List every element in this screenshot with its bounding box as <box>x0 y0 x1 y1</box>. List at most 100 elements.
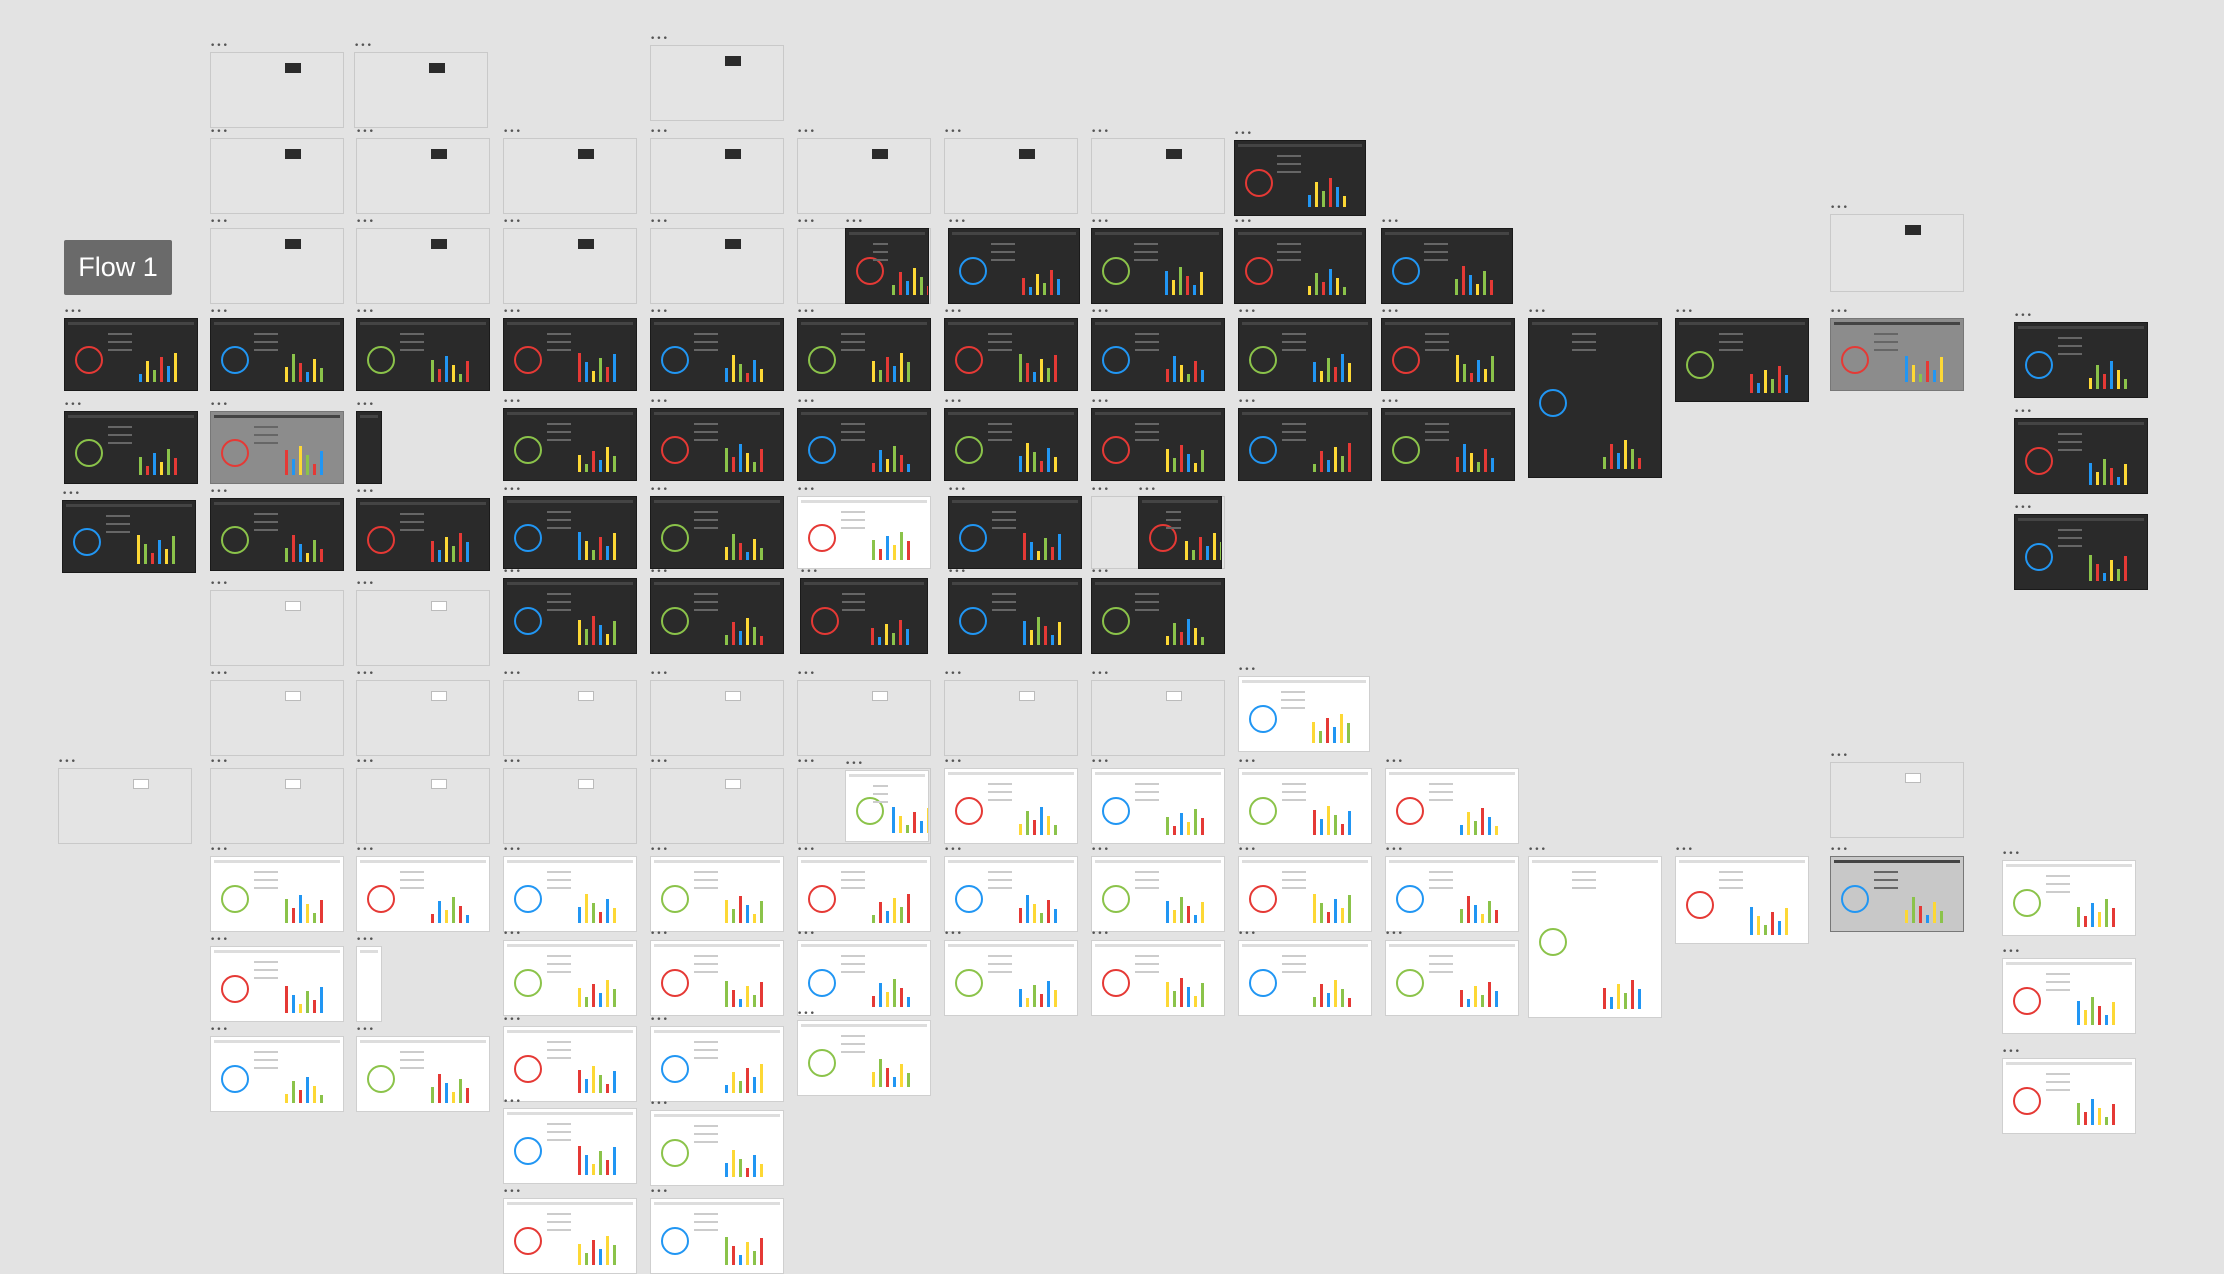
more-horizontal-icon[interactable]: ••• <box>1381 398 1400 407</box>
artboard-thumbnail[interactable] <box>1238 856 1372 932</box>
artboard-thumbnail[interactable] <box>1234 228 1366 304</box>
artboard-thumbnail[interactable] <box>1385 768 1519 844</box>
artboard-thumbnail[interactable] <box>650 496 784 569</box>
artboard-thumbnail[interactable] <box>1138 496 1222 569</box>
more-horizontal-icon[interactable]: ••• <box>650 398 669 407</box>
more-horizontal-icon[interactable]: ••• <box>356 128 375 137</box>
more-horizontal-icon[interactable]: ••• <box>944 128 963 137</box>
artboard-thumbnail[interactable] <box>650 318 784 391</box>
more-horizontal-icon[interactable]: ••• <box>650 1100 669 1109</box>
artboard-thumbnail[interactable] <box>650 940 784 1016</box>
more-horizontal-icon[interactable]: ••• <box>210 1026 229 1035</box>
artboard-thumbnail[interactable] <box>503 578 637 654</box>
artboard-thumbnail[interactable] <box>210 228 344 304</box>
artboard-thumbnail[interactable] <box>944 768 1078 844</box>
more-horizontal-icon[interactable]: ••• <box>650 930 669 939</box>
more-horizontal-icon[interactable]: ••• <box>944 846 963 855</box>
more-horizontal-icon[interactable]: ••• <box>503 1016 522 1025</box>
artboard-thumbnail[interactable] <box>2014 514 2148 590</box>
artboard-thumbnail[interactable] <box>2002 860 2136 936</box>
more-horizontal-icon[interactable]: ••• <box>210 936 229 945</box>
artboard-thumbnail[interactable] <box>356 856 490 932</box>
artboard-thumbnail[interactable] <box>1234 140 1366 216</box>
more-horizontal-icon[interactable]: ••• <box>650 568 669 577</box>
more-horizontal-icon[interactable]: ••• <box>1091 568 1110 577</box>
more-horizontal-icon[interactable]: ••• <box>650 846 669 855</box>
artboard-thumbnail[interactable] <box>503 408 637 481</box>
artboard-thumbnail[interactable] <box>2002 1058 2136 1134</box>
artboard-thumbnail[interactable] <box>1675 318 1809 402</box>
more-horizontal-icon[interactable]: ••• <box>1091 758 1110 767</box>
artboard-thumbnail[interactable] <box>1091 768 1225 844</box>
artboard-thumbnail[interactable] <box>944 856 1078 932</box>
more-horizontal-icon[interactable]: ••• <box>1528 846 1547 855</box>
more-horizontal-icon[interactable]: ••• <box>1381 308 1400 317</box>
more-horizontal-icon[interactable]: ••• <box>356 488 375 497</box>
artboard-thumbnail[interactable] <box>210 52 344 128</box>
more-horizontal-icon[interactable]: ••• <box>210 401 229 410</box>
more-horizontal-icon[interactable]: ••• <box>210 846 229 855</box>
artboard-thumbnail[interactable] <box>210 1036 344 1112</box>
artboard-thumbnail[interactable] <box>800 578 928 654</box>
more-horizontal-icon[interactable]: ••• <box>1091 218 1110 227</box>
artboard-thumbnail[interactable] <box>948 496 1082 569</box>
more-horizontal-icon[interactable]: ••• <box>650 128 669 137</box>
more-horizontal-icon[interactable]: ••• <box>800 568 819 577</box>
artboard-thumbnail[interactable] <box>503 1108 637 1184</box>
more-horizontal-icon[interactable]: ••• <box>503 128 522 137</box>
more-horizontal-icon[interactable]: ••• <box>356 308 375 317</box>
artboard-thumbnail[interactable] <box>210 680 344 756</box>
more-horizontal-icon[interactable]: ••• <box>1234 130 1253 139</box>
artboard-thumbnail[interactable] <box>1385 940 1519 1016</box>
artboard-thumbnail[interactable] <box>944 318 1078 391</box>
more-horizontal-icon[interactable]: ••• <box>210 488 229 497</box>
artboard-thumbnail[interactable] <box>503 768 637 844</box>
artboard-thumbnail[interactable] <box>356 228 490 304</box>
more-horizontal-icon[interactable]: ••• <box>210 308 229 317</box>
artboard-thumbnail[interactable] <box>944 138 1078 214</box>
artboard-thumbnail[interactable] <box>210 411 344 484</box>
artboard-thumbnail[interactable] <box>1385 856 1519 932</box>
artboard-thumbnail[interactable] <box>797 408 931 481</box>
artboard-thumbnail[interactable] <box>650 228 784 304</box>
more-horizontal-icon[interactable]: ••• <box>944 930 963 939</box>
more-horizontal-icon[interactable]: ••• <box>2002 1048 2021 1057</box>
more-horizontal-icon[interactable]: ••• <box>1830 204 1849 213</box>
more-horizontal-icon[interactable]: ••• <box>797 846 816 855</box>
artboard-thumbnail[interactable] <box>944 408 1078 481</box>
more-horizontal-icon[interactable]: ••• <box>1238 758 1257 767</box>
more-horizontal-icon[interactable]: ••• <box>797 930 816 939</box>
more-horizontal-icon[interactable]: ••• <box>797 398 816 407</box>
artboard-thumbnail[interactable] <box>1830 856 1964 932</box>
more-horizontal-icon[interactable]: ••• <box>503 758 522 767</box>
artboard-thumbnail[interactable] <box>1091 940 1225 1016</box>
artboard-thumbnail[interactable] <box>210 138 344 214</box>
artboard-thumbnail[interactable] <box>1091 856 1225 932</box>
more-horizontal-icon[interactable]: ••• <box>948 568 967 577</box>
more-horizontal-icon[interactable]: ••• <box>845 760 864 769</box>
artboard-thumbnail[interactable] <box>650 408 784 481</box>
artboard-thumbnail[interactable] <box>2014 322 2148 398</box>
artboard-thumbnail[interactable] <box>1238 676 1370 752</box>
more-horizontal-icon[interactable]: ••• <box>650 35 669 44</box>
artboard-thumbnail[interactable] <box>650 1110 784 1186</box>
artboard-thumbnail[interactable] <box>650 768 784 844</box>
artboard-thumbnail[interactable] <box>1091 318 1225 391</box>
more-horizontal-icon[interactable]: ••• <box>503 670 522 679</box>
more-horizontal-icon[interactable]: ••• <box>503 486 522 495</box>
more-horizontal-icon[interactable]: ••• <box>650 1016 669 1025</box>
more-horizontal-icon[interactable]: ••• <box>503 218 522 227</box>
more-horizontal-icon[interactable]: ••• <box>944 398 963 407</box>
artboard-thumbnail[interactable] <box>650 856 784 932</box>
more-horizontal-icon[interactable]: ••• <box>797 1010 816 1019</box>
more-horizontal-icon[interactable]: ••• <box>797 670 816 679</box>
more-horizontal-icon[interactable]: ••• <box>1830 308 1849 317</box>
more-horizontal-icon[interactable]: ••• <box>1385 846 1404 855</box>
more-horizontal-icon[interactable]: ••• <box>797 486 816 495</box>
artboard-thumbnail[interactable] <box>1528 318 1662 478</box>
artboard-thumbnail[interactable] <box>650 1026 784 1102</box>
more-horizontal-icon[interactable]: ••• <box>1138 486 1157 495</box>
artboard-thumbnail[interactable] <box>797 138 931 214</box>
artboard-thumbnail[interactable] <box>948 578 1082 654</box>
more-horizontal-icon[interactable]: ••• <box>2014 504 2033 513</box>
